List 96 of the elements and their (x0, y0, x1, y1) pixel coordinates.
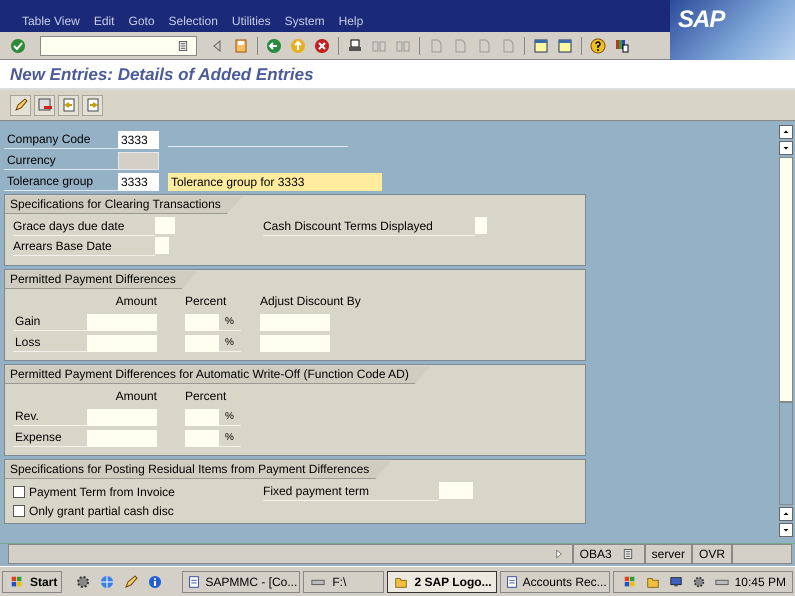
scroll-down-button[interactable] (779, 141, 793, 155)
input-field[interactable] (87, 314, 157, 331)
window-icon (533, 38, 549, 54)
change-button[interactable] (10, 94, 31, 116)
checkbox-label: Only grant partial cash disc (29, 502, 174, 520)
list-icon[interactable] (622, 548, 634, 560)
column-header: Amount (114, 293, 157, 310)
input-mode: OVR (692, 544, 732, 564)
unit-label: % (219, 334, 241, 352)
group-title: Specifications for Clearing Transactions (5, 196, 243, 214)
help-icon (590, 38, 606, 54)
previous-entry-button[interactable] (58, 94, 79, 116)
check-icon (10, 38, 26, 54)
group-title: Permitted Payment Differences (5, 271, 198, 289)
readonly-field (118, 152, 159, 170)
column-header: Amount (114, 388, 157, 405)
input-field[interactable] (185, 409, 219, 426)
unit-label: % (219, 408, 241, 426)
up-arrow-icon (782, 128, 790, 136)
up-arrow-icon (782, 510, 790, 518)
input-field[interactable]: 3333 (118, 130, 159, 148)
menu-item[interactable]: Selection (168, 14, 218, 32)
help-button[interactable] (588, 36, 608, 56)
scroll-up-button[interactable] (779, 125, 793, 139)
start-button[interactable]: Start (2, 570, 62, 592)
menu-item[interactable]: Help (338, 14, 364, 32)
menu-item[interactable]: System (284, 14, 325, 32)
delete-button[interactable] (34, 94, 55, 116)
pencil-icon (123, 574, 140, 590)
input-field[interactable] (87, 430, 157, 447)
input-field[interactable] (155, 217, 175, 234)
taskbar-button[interactable]: SAPMMC - [Co... (182, 570, 300, 592)
back-icon (266, 38, 282, 54)
pencil-icon (12, 97, 28, 113)
input-field[interactable] (87, 335, 157, 352)
input-field[interactable] (185, 430, 219, 447)
field-label: Fixed payment term (263, 483, 439, 501)
scroll-up-button[interactable] (779, 507, 793, 521)
input-field[interactable] (439, 482, 473, 499)
description-field: Tolerance group for 3333 (168, 172, 382, 190)
input-field[interactable] (185, 335, 219, 352)
taskbar-button[interactable]: F:\ (303, 570, 384, 592)
document-icon (187, 574, 202, 588)
logo-text: SAP (678, 5, 724, 35)
next-icon (84, 97, 100, 113)
group-title: Permitted Payment Differences for Automatic Write-Off (Function Code AD) (5, 366, 431, 384)
document-icon (504, 574, 519, 588)
unit-label: % (219, 313, 241, 331)
windows-logo-icon (10, 574, 24, 588)
gear-icon (75, 574, 92, 590)
menu-item[interactable]: Utilities (232, 14, 271, 32)
print-icon (347, 38, 363, 54)
input-field[interactable]: 3333 (118, 172, 159, 190)
clock: 10:45 PM (734, 574, 786, 590)
transaction-code: OBA3 (580, 546, 612, 563)
scroll-down-button[interactable] (779, 523, 793, 537)
taskbar-button[interactable]: Accounts Rec... (500, 570, 610, 592)
input-field[interactable] (87, 409, 157, 426)
tray-icon[interactable] (692, 574, 706, 588)
screen-title: New Entries: Details of Added Entries (0, 60, 795, 90)
input-field[interactable] (155, 237, 169, 254)
field-label: Cash Discount Terms Displayed (263, 218, 475, 236)
cancel-icon (314, 38, 330, 54)
globe-icon (99, 574, 116, 590)
input-field[interactable] (475, 217, 487, 234)
next-entry-button[interactable] (82, 94, 103, 116)
command-field[interactable] (40, 36, 197, 56)
window-icon (557, 38, 573, 54)
prev-icon (60, 97, 76, 113)
checkbox[interactable] (13, 486, 25, 498)
column-header: Percent (185, 388, 228, 405)
input-field[interactable] (260, 335, 330, 352)
tray-icon[interactable] (668, 574, 683, 588)
exit-icon (290, 38, 306, 54)
menu-item[interactable]: Table View (22, 14, 80, 32)
down-arrow-icon (782, 526, 790, 534)
history-icon (177, 40, 189, 52)
scroll-thumb[interactable] (779, 157, 793, 402)
menu-item[interactable]: Goto (128, 14, 155, 32)
column-header: Adjust Discount By (260, 293, 361, 310)
input-field[interactable] (260, 314, 330, 331)
down-arrow-icon (782, 144, 790, 152)
resize-grip (732, 544, 792, 564)
menu-item[interactable]: Edit (94, 14, 115, 32)
info-icon (147, 574, 164, 590)
unit-label: % (219, 429, 241, 447)
column-header: Percent (185, 293, 228, 310)
save-icon (233, 38, 249, 54)
taskbar-button[interactable]: 2 SAP Logo... (386, 570, 497, 592)
checkbox[interactable] (13, 504, 25, 516)
server-name: server (644, 544, 692, 564)
input-field[interactable] (185, 314, 219, 331)
checkbox-label: Payment Term from Invoice (29, 484, 175, 500)
group-title: Specifications for Posting Residual Items from Payment Differences (5, 461, 392, 479)
tray-icon[interactable] (622, 574, 637, 588)
layout-icon (614, 38, 630, 54)
